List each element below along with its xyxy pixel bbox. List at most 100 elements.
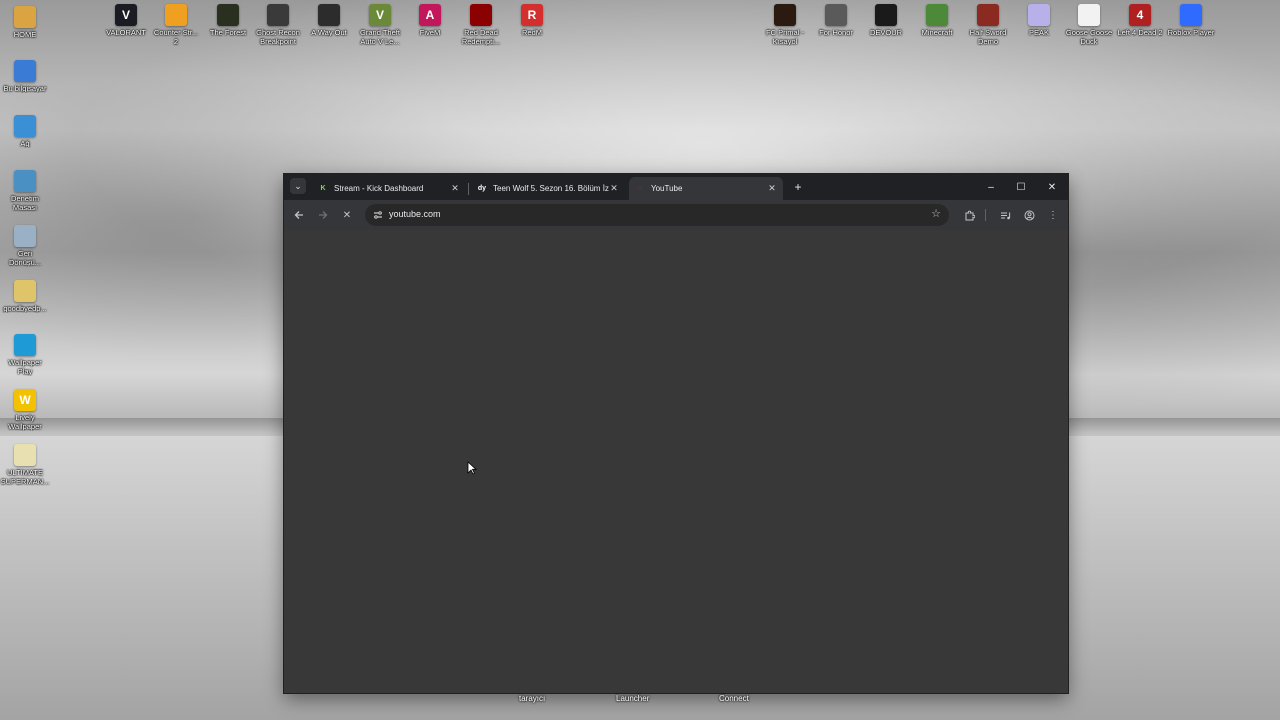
kick-icon: K — [320, 185, 326, 192]
file-icon — [14, 444, 36, 466]
desktop-shortcut[interactable]: V Grand Theft Auto V Le... — [354, 4, 406, 46]
desktop-shortcut-label: Roblox Player — [1167, 28, 1215, 37]
ghost-recon-icon — [267, 4, 289, 26]
desktop-shortcut[interactable]: goodbyedp... — [0, 280, 51, 313]
desktop-shortcut-label: Grand Theft Auto V Le... — [360, 28, 400, 46]
desktop-shortcut[interactable]: Minecraft — [911, 4, 963, 37]
wallpaper-play-icon — [14, 334, 36, 356]
desktop-shortcut[interactable]: Ghost Recon Breakpoint — [252, 4, 304, 46]
desktop-shortcut-label: VALORANT — [106, 28, 146, 37]
goose-goose-duck-icon — [1078, 4, 1100, 26]
media-control-icon[interactable] — [998, 208, 1012, 222]
back-arrow-icon[interactable] — [292, 208, 306, 222]
desktop-shortcut-label: FiveM — [419, 28, 441, 37]
desktop-shortcut-label: For Honor — [819, 28, 853, 37]
desktop-shortcut-label: Left 4 Dead 2 — [1117, 28, 1163, 37]
tab-youtube[interactable]: ◌ YouTube ✕ — [629, 177, 783, 200]
tab-title: Teen Wolf 5. Sezon 16. Bölüm İzle — [493, 184, 609, 193]
desktop-shortcut[interactable]: HOME — [0, 6, 51, 39]
control-panel-icon — [14, 170, 36, 192]
desktop-shortcut-label: FC Primal - Kısayol — [766, 28, 804, 46]
gta-v-icon: V — [369, 4, 391, 26]
valorant-icon: V — [115, 4, 137, 26]
peak-icon — [1028, 4, 1050, 26]
desktop-shortcut[interactable]: V VALORANT — [100, 4, 152, 37]
desktop-shortcut[interactable]: Red Dead Redempti... — [455, 4, 507, 46]
stop-loading-icon[interactable]: ✕ — [340, 208, 354, 222]
tab-kick-dashboard[interactable]: K Stream - Kick Dashboard ✕ — [312, 177, 466, 200]
desktop-shortcut[interactable]: 4 Left 4 Dead 2 — [1114, 4, 1166, 37]
desktop-shortcut[interactable]: Goose Goose Duck — [1063, 4, 1115, 46]
tab-close-icon[interactable]: ✕ — [450, 183, 460, 194]
desktop-shortcut-label: Goose Goose Duck — [1065, 28, 1113, 46]
counter-strike-icon — [165, 4, 187, 26]
desktop-shortcut-label: PEAK — [1028, 28, 1049, 37]
tab-strip: ⌄ K Stream - Kick Dashboard ✕ dy Teen Wo… — [284, 174, 1068, 200]
taskbar-label-tarayici[interactable]: tarayıcı — [519, 694, 545, 703]
extensions-puzzle-icon[interactable] — [962, 208, 976, 222]
desktop-shortcut[interactable]: PEAK — [1013, 4, 1065, 37]
desktop-shortcut-label: Half Sword Demo — [969, 28, 1007, 46]
menu-dots-icon[interactable]: ⋮ — [1046, 208, 1060, 222]
bookmark-star-icon[interactable]: ☆ — [931, 207, 941, 220]
network-icon — [14, 115, 36, 137]
minimize-button[interactable]: – — [976, 174, 1006, 200]
tab-close-icon[interactable]: ✕ — [609, 183, 619, 194]
desktop-shortcut-label: ULTIMATE SUPERMAN... — [0, 468, 50, 486]
browser-toolbar: ✕ youtube.com ☆ ⋮ — [284, 200, 1068, 230]
profile-avatar-icon[interactable] — [1022, 208, 1036, 222]
new-tab-button[interactable]: + — [790, 179, 806, 195]
desktop-shortcut[interactable]: ULTIMATE SUPERMAN... — [0, 444, 51, 486]
desktop-shortcut[interactable]: FC Primal - Kısayol — [759, 4, 811, 46]
site-info-icon[interactable] — [371, 208, 385, 222]
tab-teen-wolf[interactable]: dy Teen Wolf 5. Sezon 16. Bölüm İzle ✕ — [471, 177, 625, 200]
far-cry-primal-icon — [774, 4, 796, 26]
tab-close-icon[interactable]: ✕ — [767, 183, 777, 194]
folder-icon — [14, 280, 36, 302]
desktop-shortcut[interactable]: A FiveM — [404, 4, 456, 37]
red-dead-icon — [470, 4, 492, 26]
for-honor-icon — [825, 4, 847, 26]
desktop-shortcut[interactable]: Counter Str... 2 — [150, 4, 202, 46]
desktop-shortcut[interactable]: Roblox Player — [1165, 4, 1217, 37]
forward-arrow-icon[interactable] — [316, 208, 330, 222]
desktop-shortcut[interactable]: Denetim Masası — [0, 170, 51, 212]
tab-separator — [468, 183, 469, 195]
taskbar-label-connect[interactable]: Connect — [719, 694, 749, 703]
taskbar-label-launcher[interactable]: Launcher — [616, 694, 649, 703]
desktop-shortcut-label: RedM — [521, 28, 542, 37]
desktop-shortcut[interactable]: DEVOUR — [860, 4, 912, 37]
desktop-shortcut[interactable]: A Way Out — [303, 4, 355, 37]
desktop-shortcut[interactable]: For Honor — [810, 4, 862, 37]
desktop-shortcut-label: HOME — [13, 30, 37, 39]
desktop-shortcut[interactable]: Geri Dönüşü... — [0, 225, 51, 267]
close-window-button[interactable]: ✕ — [1037, 174, 1067, 200]
desktop-shortcut-label: goodbyedp... — [3, 304, 47, 313]
desktop-shortcut-label: A Way Out — [311, 28, 347, 37]
a-way-out-icon — [318, 4, 340, 26]
the-forest-icon — [217, 4, 239, 26]
devour-icon — [875, 4, 897, 26]
desktop-shortcut[interactable]: Ağ — [0, 115, 51, 148]
address-bar[interactable]: youtube.com ☆ — [365, 204, 949, 226]
tab-title: YouTube — [651, 184, 683, 193]
desktop-shortcut-label: Minecraft — [921, 28, 953, 37]
desktop-shortcut[interactable]: W Lively Wallpaper — [0, 389, 51, 431]
desktop-shortcut-label: Ghost Recon Breakpoint — [256, 28, 300, 46]
desktop-shortcut-label: Lively Wallpaper — [8, 413, 42, 431]
desktop-shortcut[interactable]: Wallpaper Play — [0, 334, 51, 376]
desktop-shortcut[interactable]: The Forest — [202, 4, 254, 37]
tab-search-chevron-icon[interactable]: ⌄ — [290, 178, 306, 194]
desktop-shortcut-label: Red Dead Redempti... — [461, 28, 501, 46]
desktop-shortcut[interactable]: Half Sword Demo — [962, 4, 1014, 46]
desktop-shortcut-label: Bu bilgisayar — [3, 84, 47, 93]
page-content[interactable] — [284, 230, 1068, 693]
desktop-shortcut[interactable]: Bu bilgisayar — [0, 60, 51, 93]
desktop-shortcut[interactable]: R RedM — [506, 4, 558, 37]
lively-wallpaper-icon: W — [14, 389, 36, 411]
folder-icon — [14, 6, 36, 28]
desktop-shortcut-label: DEVOUR — [869, 28, 903, 37]
desktop-shortcut-label: The Forest — [209, 28, 247, 37]
maximize-button[interactable]: ☐ — [1006, 174, 1036, 200]
fivem-icon: A — [419, 4, 441, 26]
